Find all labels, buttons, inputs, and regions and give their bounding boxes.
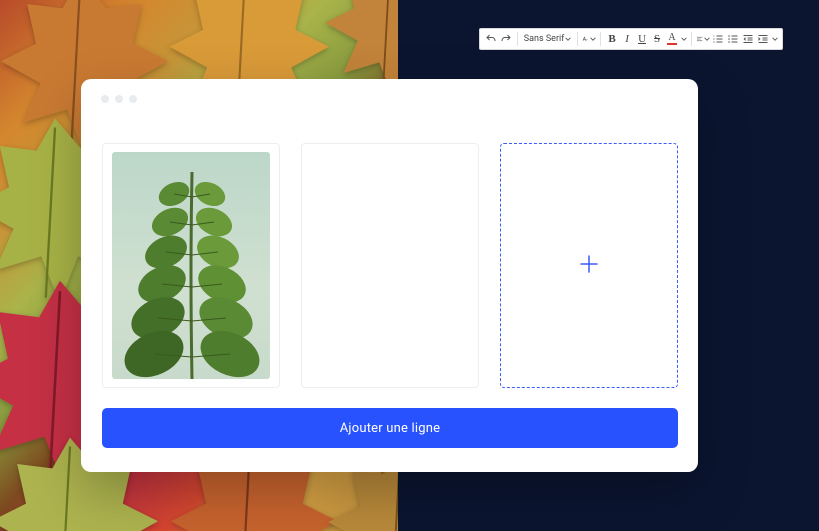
window-controls	[101, 95, 137, 103]
content-card-empty[interactable]	[301, 143, 479, 388]
content-card-image[interactable]	[102, 143, 280, 388]
toolbar-separator	[577, 32, 578, 46]
text-color-dropdown[interactable]: A	[665, 30, 679, 48]
underline-button[interactable]: U	[635, 30, 649, 48]
bold-button[interactable]: B	[605, 30, 619, 48]
indent-decrease-button[interactable]	[741, 30, 755, 48]
caret-down-icon	[704, 36, 710, 42]
window-dot	[101, 95, 109, 103]
indent-increase-button[interactable]	[756, 30, 770, 48]
caret-down-icon	[681, 36, 687, 42]
font-size-dropdown[interactable]: T	[582, 30, 596, 48]
toolbar-separator	[517, 32, 518, 46]
rich-text-toolbar: Sans Serif T B I U S A 123	[479, 28, 783, 50]
caret-down-icon	[772, 36, 778, 42]
svg-text:T: T	[586, 39, 588, 42]
window-dot	[115, 95, 123, 103]
font-family-dropdown[interactable]: Sans Serif	[522, 30, 574, 48]
add-line-button[interactable]: Ajouter une ligne	[102, 408, 678, 448]
plus-icon	[577, 252, 601, 280]
svg-text:3: 3	[713, 40, 715, 44]
unordered-list-button[interactable]	[726, 30, 740, 48]
cards-row	[102, 143, 678, 388]
toolbar-separator	[600, 32, 601, 46]
editor-window: Ajouter une ligne	[81, 79, 698, 472]
caret-down-icon	[590, 36, 596, 42]
align-dropdown[interactable]	[696, 30, 710, 48]
text-color-label: A	[668, 33, 675, 43]
window-dot	[129, 95, 137, 103]
content-card-add[interactable]	[500, 143, 678, 388]
font-family-label: Sans Serif	[524, 34, 565, 44]
undo-button[interactable]	[484, 30, 498, 48]
strikethrough-button[interactable]: S	[650, 30, 664, 48]
caret-down-icon	[565, 36, 571, 42]
toolbar-separator	[691, 32, 692, 46]
leaf-photo	[112, 152, 270, 379]
add-line-label: Ajouter une ligne	[340, 421, 441, 436]
ordered-list-button[interactable]: 123	[711, 30, 725, 48]
redo-button[interactable]	[499, 30, 513, 48]
italic-button[interactable]: I	[620, 30, 634, 48]
